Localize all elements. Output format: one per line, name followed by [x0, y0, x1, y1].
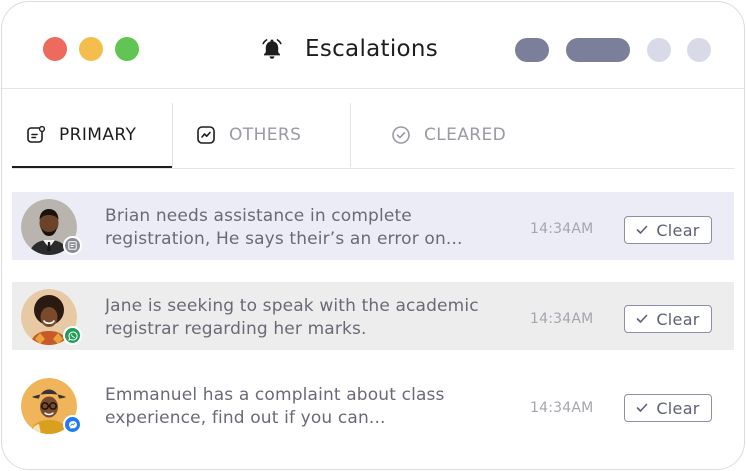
- avatar: [21, 199, 82, 255]
- avatar: [21, 289, 82, 345]
- message-line: Emmanuel has a complaint about class: [105, 385, 445, 405]
- clear-button-label: Clear: [656, 309, 700, 329]
- message-line: registration, He says their’s an error o…: [105, 229, 463, 249]
- tab-divider: [350, 103, 351, 167]
- message-line: registrar regarding her marks.: [105, 319, 367, 339]
- check-icon: [637, 225, 648, 234]
- clear-button[interactable]: Clear: [624, 305, 712, 333]
- inbox-icon: [27, 125, 46, 143]
- toolbar-dot-1[interactable]: [647, 38, 671, 62]
- message-line: experience, find out if you can...: [105, 408, 386, 428]
- tab-bar: PRIMARY OTHERS CLEARED: [12, 103, 734, 169]
- messenger-icon: [68, 420, 77, 429]
- messenger-badge: [63, 415, 82, 434]
- check-circle-icon: [392, 126, 410, 144]
- close-window-button[interactable]: [43, 37, 67, 61]
- clear-button[interactable]: Clear: [624, 216, 712, 244]
- sms-badge: [63, 236, 82, 255]
- message-line: Brian needs assistance in complete: [105, 206, 412, 226]
- escalation-message: Jane is seeking to speak with the academ…: [105, 295, 495, 341]
- toolbar-pill-2[interactable]: [566, 38, 630, 62]
- check-icon: [637, 403, 648, 412]
- escalation-row[interactable]: Jane is seeking to speak with the academ…: [12, 282, 734, 350]
- clear-button-label: Clear: [656, 398, 700, 418]
- escalation-message: Emmanuel has a complaint about class exp…: [105, 384, 495, 430]
- whatsapp-badge: [63, 326, 82, 345]
- clear-button[interactable]: Clear: [624, 394, 712, 422]
- timestamp: 14:34AM: [530, 311, 594, 327]
- clear-button-label: Clear: [656, 220, 700, 240]
- escalation-row[interactable]: Brian needs assistance in complete regis…: [12, 192, 734, 260]
- tab-primary-label: PRIMARY: [59, 125, 137, 145]
- toolbar-pill-1[interactable]: [515, 38, 549, 62]
- toolbar-dot-2[interactable]: [687, 38, 711, 62]
- sms-icon: [68, 241, 77, 250]
- check-icon: [637, 314, 648, 323]
- timestamp: 14:34AM: [530, 400, 594, 416]
- tab-others-label: OTHERS: [229, 125, 302, 145]
- avatar: [21, 378, 82, 434]
- escalation-message: Brian needs assistance in complete regis…: [105, 205, 495, 251]
- bell-icon: [262, 39, 282, 59]
- window-title-group: Escalations: [260, 34, 438, 64]
- tab-cleared[interactable]: CLEARED: [391, 103, 506, 167]
- timestamp: 14:34AM: [530, 221, 594, 237]
- maximize-window-button[interactable]: [115, 37, 139, 61]
- message-line: Jane is seeking to speak with the academ…: [105, 296, 479, 316]
- activity-icon: [197, 126, 215, 144]
- escalations-window: Escalations PRIMARY OTHERS CLEARED Brian…: [1, 1, 745, 470]
- whatsapp-icon: [67, 330, 78, 341]
- escalation-row[interactable]: Emmanuel has a complaint about class exp…: [12, 371, 734, 439]
- title-bar: Escalations: [2, 2, 744, 89]
- tab-divider: [172, 103, 173, 167]
- minimize-window-button[interactable]: [79, 37, 103, 61]
- window-title: Escalations: [305, 36, 439, 62]
- tab-primary[interactable]: PRIMARY: [12, 103, 172, 168]
- tab-cleared-label: CLEARED: [424, 125, 507, 145]
- tab-others[interactable]: OTHERS: [196, 103, 301, 167]
